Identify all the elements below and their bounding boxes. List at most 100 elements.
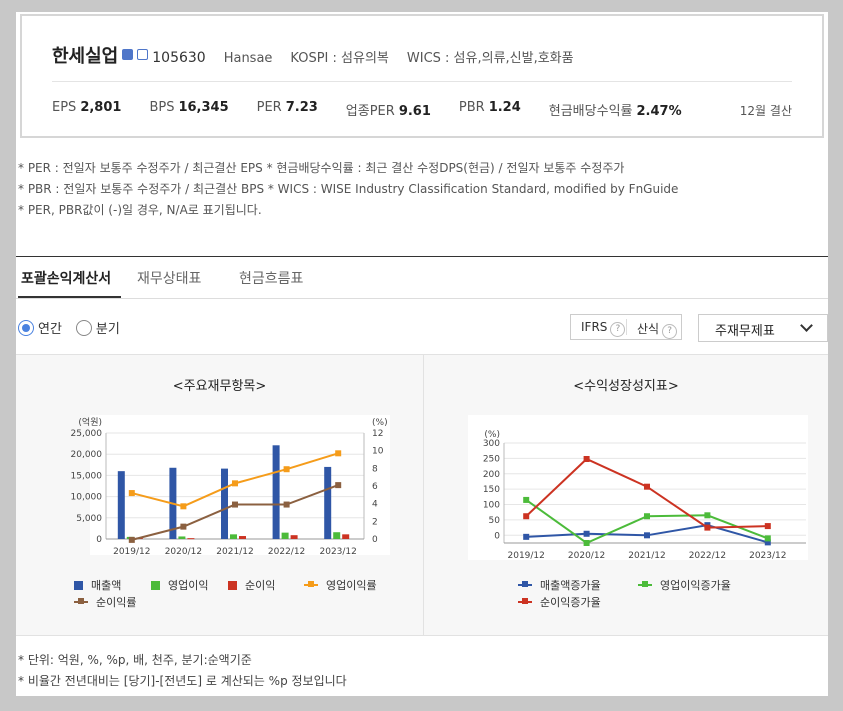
bar-순이익 [239, 536, 246, 539]
x-tick-label: 2023/12 [320, 547, 357, 557]
y-right-tick-label: 6 [372, 482, 378, 492]
y-tick-label: 200 [483, 470, 500, 480]
point-순이익증가율 [644, 483, 650, 490]
point-순이익증가율 [523, 513, 530, 520]
legend-label: 순이익률 [96, 596, 137, 609]
note-line: * PBR : 전일자 보통주 수정주가 / 최근결산 BPS * WICS :… [18, 182, 679, 196]
bar-영업이익 [281, 532, 289, 539]
legend-swatch [518, 581, 532, 587]
formula-button[interactable]: 산식? [637, 320, 678, 339]
legend-swatch [228, 580, 237, 590]
legend-item: 순이익률 [74, 594, 136, 610]
legend-swatch [74, 580, 83, 590]
y-left-tick-label: 25,000 [71, 429, 103, 439]
x-tick-label: 2022/12 [689, 551, 726, 561]
header-divider [52, 81, 792, 82]
y-right-tick-label: 2 [372, 517, 378, 527]
y-right-tick-label: 8 [372, 464, 378, 474]
point-영업이익증가율 [523, 496, 530, 503]
metric-pbr: PBR 1.24 [459, 100, 521, 119]
tab-income-statement[interactable]: 포괄손익계산서 [21, 268, 111, 288]
point-순이익률 [128, 536, 135, 543]
settlement-month: 12월 결산 [739, 104, 792, 118]
point-순이익증가율 [583, 456, 590, 462]
metric-label: EPS [52, 100, 77, 115]
growth-indicators-chart: 0 50 100 150 200 250 300(%) 2019/12 2020/12 2021/… [468, 415, 808, 561]
point-매출액증가율 [644, 532, 650, 539]
y-left-tick-label: 0 [96, 535, 102, 545]
chart-legend: 매출액 영업이익 순이익 영업이익률 순이익률 [16, 577, 423, 617]
financial-items-chart: 05,00010,00015,00020,00025,000024681012(… [71, 415, 390, 557]
bar-영업이익 [230, 534, 237, 539]
chevron-down-icon [800, 319, 813, 332]
legend-swatch [518, 598, 532, 604]
stock-code: 105630 [152, 50, 206, 66]
help-icon[interactable]: ? [662, 324, 678, 339]
point-영업이익증가율 [764, 535, 771, 542]
bar-매출액 [221, 468, 228, 539]
active-tab-indicator [18, 296, 121, 298]
legend-label: 매출액 [91, 579, 122, 592]
bar-매출액 [272, 445, 280, 539]
bar-영업이익 [333, 532, 341, 539]
y-right-tick-label: 12 [372, 429, 383, 439]
radio-quarterly[interactable] [75, 319, 92, 336]
ifrs-formula-controls: IFRS? 산식? [570, 314, 682, 340]
help-icon[interactable]: ? [610, 322, 626, 337]
wics-sector: WICS : 섬유,의류,신발,호화품 [406, 51, 574, 66]
radio-quarterly-label[interactable]: 분기 [96, 318, 120, 337]
y-left-axis-label: (억원) [78, 416, 102, 428]
metric-per: PER 7.23 [257, 100, 318, 119]
y-tick-label: 50 [489, 516, 501, 526]
y-tick-label: 150 [483, 485, 500, 495]
tab-cash-flow[interactable]: 현금흐름표 [239, 268, 303, 288]
legend-swatch [151, 580, 160, 590]
period-selector: 연간 분기 [18, 318, 134, 337]
chart-title: <주요재무항목> [172, 379, 267, 394]
radio-annual[interactable] [18, 319, 34, 336]
company-name: 한세실업 [52, 46, 119, 67]
legend-item: 영업이익 [151, 577, 208, 593]
metrics-row: EPS 2,801 BPS 16,345 PER 7.23 업종PER 9.61 PBR… [52, 100, 710, 119]
legend-item: 매출액증가율 [518, 577, 601, 593]
point-매출액증가율 [523, 533, 530, 540]
x-tick-label: 2019/12 [113, 547, 150, 557]
metric-value: 16,345 [178, 100, 229, 115]
metric-label: PER [256, 100, 282, 115]
x-tick-label: 2023/12 [749, 551, 786, 561]
bar-매출액 [117, 471, 125, 539]
metric-label: 현금배당수익률 [548, 104, 633, 119]
legend-label: 영업이익 [168, 579, 209, 592]
metric-value: 9.61 [398, 104, 431, 119]
x-tick-label: 2020/12 [568, 551, 605, 561]
y-tick-label: 0 [494, 531, 500, 541]
note-line: * PER, PBR값이 (-)일 경우, N/A로 표기됩니다. [18, 203, 262, 217]
legend-label: 영업이익증가율 [660, 579, 731, 592]
point-순이익률 [180, 523, 187, 530]
point-영업이익률 [128, 490, 135, 497]
point-영업이익률 [232, 480, 238, 487]
point-순이익률 [283, 501, 290, 508]
metric-value: 1.24 [488, 100, 521, 115]
note-line: * PER : 전일자 보통주 수정주가 / 최근결산 EPS * 현금배당수익… [18, 161, 625, 175]
panel-growth-indicators: <수익성장성지표> 0 50 100 150 200 250 300 (%) 2019/12 20… [424, 355, 828, 635]
point-영업이익률 [335, 450, 342, 457]
legend-swatch [638, 581, 652, 587]
point-순이익증가율 [764, 523, 771, 530]
bar-영업이익 [178, 536, 186, 539]
metric-dividend-yield: 현금배당수익률 2.47% [549, 100, 682, 119]
unit-notes: * 단위: 억원, %, %p, 배, 천주, 분기:순액기준 * 비율간 전년… [18, 650, 347, 692]
radio-annual-label[interactable]: 연간 [38, 318, 62, 337]
statement-type-select[interactable]: 주재무제표 [698, 314, 828, 342]
ifrs-button[interactable]: IFRS? [581, 320, 626, 337]
plot-background [468, 415, 808, 560]
charts-area: <주요재무항목> 0 5,000 10,000 15,000 20,000 25,000 0… [16, 354, 828, 636]
bar-순이익 [342, 534, 350, 539]
y-axis-label: (%) [484, 430, 500, 440]
note-line: * 비율간 전년대비는 [당기]-[전년도] 로 계산되는 %p 정보입니다 [18, 674, 347, 688]
chart-legend: 매출액증가율 영업이익증가율 순이익증가율 [424, 577, 828, 617]
point-영업이익률 [180, 503, 187, 510]
tab-balance-sheet[interactable]: 재무상태표 [137, 268, 201, 288]
market-sector: KOSPI : 섬유의복 [290, 51, 389, 66]
y-right-tick-label: 4 [372, 500, 378, 510]
